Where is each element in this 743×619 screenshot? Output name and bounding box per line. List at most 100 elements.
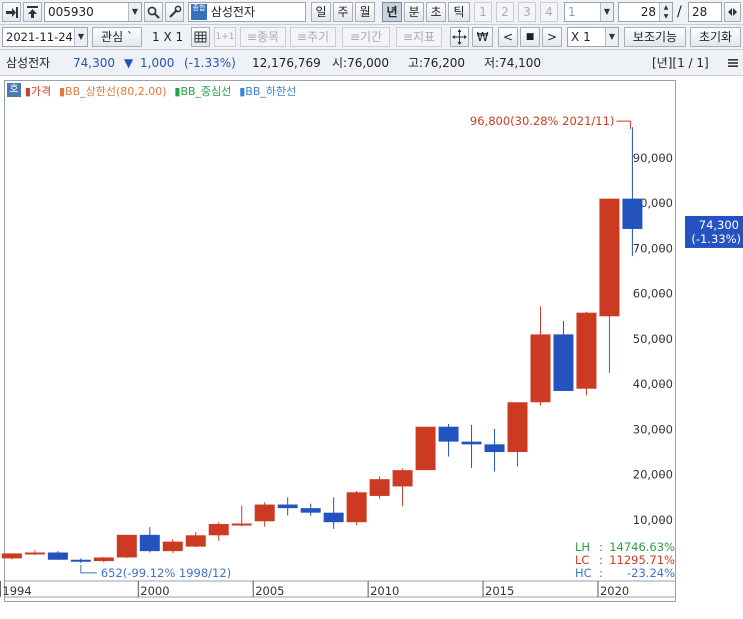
candle-body (484, 444, 505, 453)
count-total-field[interactable]: 28 (688, 2, 722, 22)
period-second-button[interactable]: 초 (426, 2, 446, 22)
stock-code-input[interactable]: 005930 ▼ (44, 2, 142, 22)
date-chevron-icon[interactable]: ▼ (74, 28, 87, 46)
search-icon[interactable] (144, 2, 163, 22)
won-button[interactable]: ₩ (472, 27, 493, 47)
stock-code-value: 005930 (48, 5, 94, 19)
down-arrow-icon: ▼ (124, 56, 134, 70)
stock-name: 삼성전자 (210, 5, 255, 19)
stat-lc-key: LC (575, 553, 589, 567)
candle-body (162, 541, 183, 552)
candle-body (277, 504, 298, 509)
count-current-input[interactable]: 28 ▲ ▼ (618, 2, 673, 22)
candle-body (231, 523, 252, 526)
num-label-4: 4 (545, 5, 553, 19)
num-button-1[interactable]: 1 (474, 2, 492, 22)
count-total-value: 28 (692, 5, 708, 19)
candlestick-chart[interactable]: 1994 2000 2005 2010 2015 2020 10,000 20,000 30,… (0, 81, 743, 601)
pin-icon[interactable] (2, 2, 21, 22)
candle-body (254, 504, 275, 522)
crosshair-icon[interactable] (450, 27, 469, 47)
quote-price: 74,300 (73, 56, 115, 70)
period-year-button[interactable]: 년 (382, 2, 402, 22)
prev-label: < (502, 30, 514, 44)
candle-body (47, 552, 68, 560)
candle-body (185, 535, 206, 547)
candle-body (507, 402, 528, 453)
spin-arrows-icon[interactable]: ▲ ▼ (659, 3, 672, 21)
prev-button[interactable]: < (498, 27, 518, 47)
scroll-arrows-icon[interactable] (724, 2, 741, 22)
reset-button[interactable]: 초기화 (690, 27, 741, 47)
assist-label: 보조기능 (632, 30, 678, 44)
upload-icon[interactable] (23, 2, 42, 22)
candle-body (438, 426, 459, 442)
indicator-button[interactable]: ≡지표 (396, 27, 442, 47)
low-annotation-leader (80, 564, 97, 574)
period-day-button[interactable]: 일 (311, 2, 331, 22)
range-button[interactable]: ≡기간 (342, 27, 390, 47)
quote-change-pct: (-1.33%) (184, 56, 236, 70)
num-label-1: 1 (479, 5, 487, 19)
stats-block: LH : 14746.63% LC : 11295.71% HC : -23.2… (575, 540, 675, 580)
candle-body (622, 198, 643, 229)
candle-body (1, 553, 22, 559)
candle-body (93, 557, 114, 562)
price-tag-price: 74,300 (699, 218, 739, 232)
quote-stock-name: 삼성전자 (6, 56, 51, 70)
num-button-3[interactable]: 3 (518, 2, 536, 22)
quote-info-bar: 삼성전자 74,300 ▼ 1,000 (-1.33%) 12,176,769 … (0, 50, 743, 76)
candle-body (139, 534, 160, 552)
x-tick-label: 2005 (255, 584, 284, 598)
assist-button[interactable]: 보조기능 (624, 27, 686, 47)
count-separator: / (677, 4, 682, 20)
wrench-icon[interactable] (165, 2, 184, 22)
num-select[interactable]: 1 ▼ (564, 2, 614, 22)
chart-plot-area[interactable]: 호 ▮가격 ▮BB_상한선(80,2.00) ▮BB_중심선 ▮BB_하한선 1… (0, 80, 743, 602)
num-button-4[interactable]: 4 (540, 2, 558, 22)
next-button[interactable]: > (542, 27, 562, 47)
quote-low: 저:74,100 (484, 56, 542, 70)
stock-name-field[interactable]: 종합 삼성전자 (188, 2, 306, 22)
candle-body (300, 508, 321, 513)
period-month-label: 월 (359, 5, 371, 19)
layout-label: 1 X 1 (152, 30, 184, 44)
quote-change: 1,000 (140, 56, 175, 70)
stat-hc-value: -23.24% (627, 566, 675, 580)
interest-mark: ` (126, 30, 133, 44)
num-select-chevron-icon[interactable]: ▼ (600, 3, 613, 21)
period-tick-button[interactable]: 틱 (448, 2, 470, 22)
y-tick-label: 40,000 (633, 377, 673, 391)
period-minute-button[interactable]: 분 (404, 2, 424, 22)
num-button-2[interactable]: 2 (496, 2, 514, 22)
chart-toolbar: 2021-11-24 ▼ 관심 ` 1 X 1 1+1 ≡종목 ≡주기 ≡기간 … (0, 25, 743, 50)
grid-icon[interactable] (191, 27, 210, 47)
menu-icon[interactable] (727, 57, 739, 69)
one-by-one-button[interactable]: 1+1 (214, 27, 236, 47)
date-value: 2021-11-24 (6, 30, 73, 44)
date-picker[interactable]: 2021-11-24 ▼ (2, 27, 88, 47)
interest-button[interactable]: 관심 ` (92, 27, 142, 47)
quote-open: 시:76,000 (332, 56, 390, 70)
num-select-value: 1 (568, 5, 576, 19)
x-tick-label: 2020 (600, 584, 629, 598)
item-button[interactable]: ≡종목 (240, 27, 286, 47)
zoom-chevron-icon[interactable]: ▼ (605, 28, 618, 46)
cycle-label: ≡주기 (296, 30, 330, 44)
period-week-button[interactable]: 주 (333, 2, 353, 22)
stat-lh-value: 14746.63% (609, 540, 675, 554)
zoom-select[interactable]: X 1 ▼ (567, 27, 619, 47)
chevron-down-icon[interactable]: ▼ (128, 3, 141, 21)
period-year-label: 년 (386, 5, 398, 19)
cycle-button[interactable]: ≡주기 (290, 27, 336, 47)
period-day-label: 일 (315, 5, 327, 19)
y-tick-label: 30,000 (633, 422, 673, 436)
candle-body (323, 512, 344, 523)
stop-button[interactable]: ■ (520, 27, 540, 47)
low-annotation: 652(-99.12% 1998/12) (101, 566, 231, 580)
stop-label: ■ (525, 32, 535, 42)
zoom-x-label: X (571, 30, 580, 44)
period-month-button[interactable]: 월 (355, 2, 375, 22)
stat-hc-sep: : (599, 566, 603, 580)
num-label-2: 2 (501, 5, 509, 19)
